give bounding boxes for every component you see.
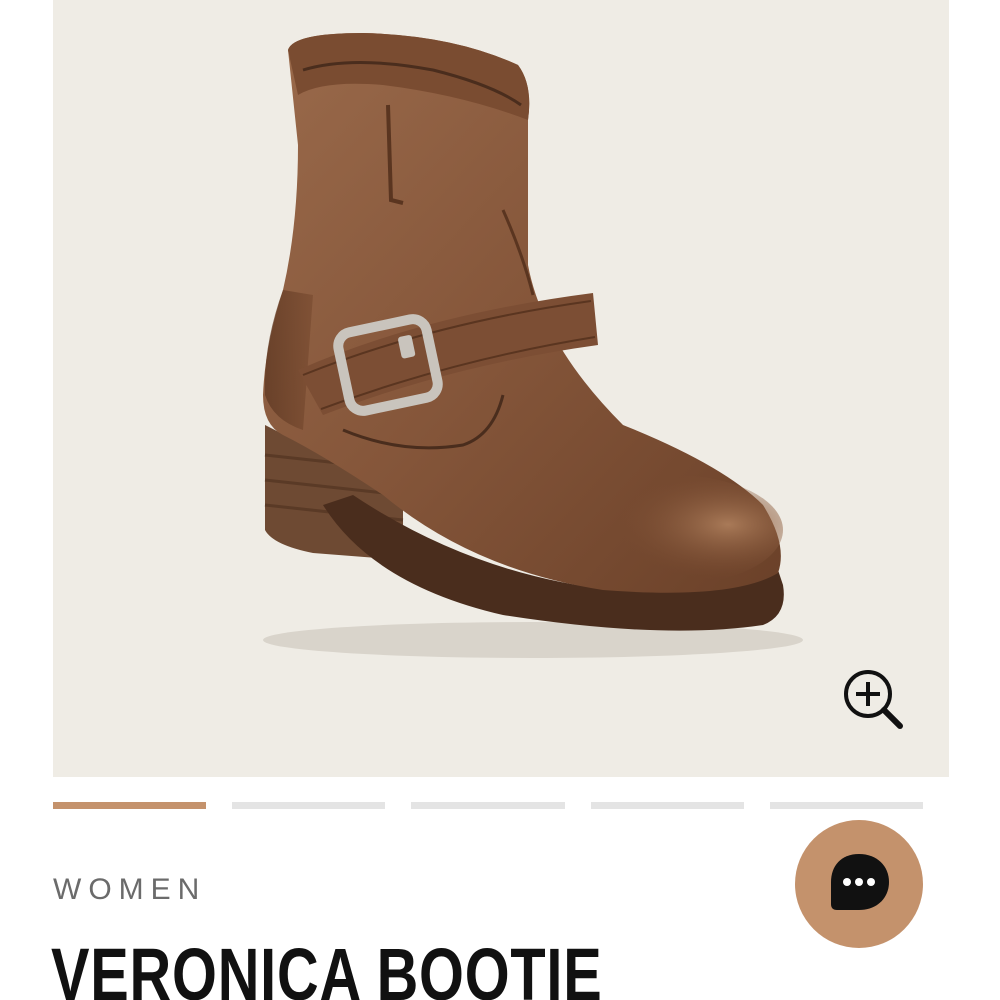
zoom-button[interactable] <box>838 666 908 736</box>
pager-indicator-1[interactable] <box>53 802 207 809</box>
pager-indicator-3[interactable] <box>411 802 565 809</box>
product-image <box>263 33 803 658</box>
chat-bubble-icon <box>831 854 889 910</box>
product-image-gallery[interactable] <box>53 0 949 777</box>
pager-indicator-5[interactable] <box>769 802 924 809</box>
chat-button[interactable] <box>795 820 923 948</box>
product-category: WOMEN <box>53 873 207 906</box>
zoom-in-icon <box>844 670 903 729</box>
product-page: WOMEN VERONICA BOOTIE <box>0 0 1000 1000</box>
product-title: VERONICA BOOTIE <box>51 933 603 1000</box>
image-pager <box>53 802 924 810</box>
pager-indicator-2[interactable] <box>232 802 386 809</box>
pager-indicator-4[interactable] <box>590 802 744 809</box>
